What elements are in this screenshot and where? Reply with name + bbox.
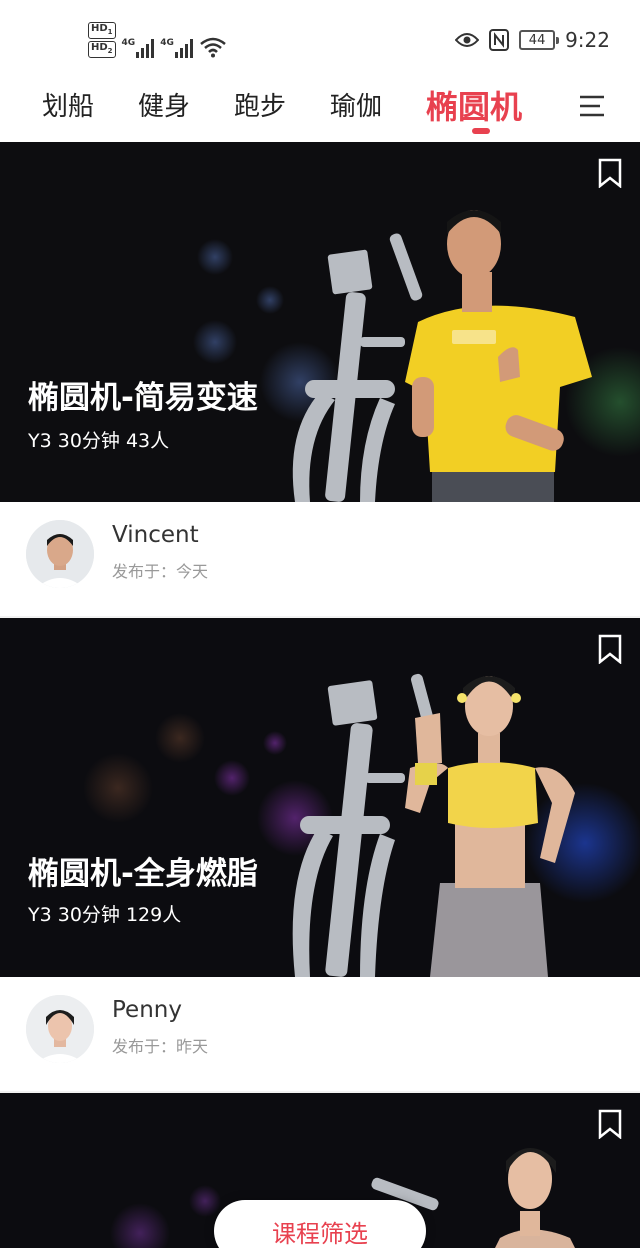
tab-fitness[interactable]: 健身 — [138, 86, 190, 123]
coach-name: Penny — [112, 997, 182, 1023]
signal-2: 4G — [160, 38, 193, 58]
active-tab-indicator — [472, 128, 490, 134]
filter-button-label: 课程筛选 — [272, 1220, 368, 1248]
status-time: 9:22 — [565, 28, 610, 52]
avatar[interactable] — [26, 995, 94, 1063]
signal-bars-icon — [174, 38, 193, 58]
publish-date: 发布于：今天 — [112, 562, 209, 581]
hd-indicators: HD1 HD2 — [88, 22, 116, 58]
course-title: 椭圆机-简易变速 — [28, 380, 258, 416]
hd1-badge: HD1 — [88, 22, 116, 39]
avatar[interactable] — [26, 520, 94, 588]
coach-name: Vincent — [112, 522, 199, 548]
coach-avatar-image — [26, 995, 94, 1063]
eye-icon — [455, 33, 480, 47]
course-filter-button[interactable]: 课程筛选 — [214, 1200, 426, 1248]
nfc-icon — [489, 29, 510, 51]
course-meta: Y3 30分钟 43人 — [28, 430, 170, 452]
status-left-group: HD1 HD2 4G 4G — [88, 22, 227, 58]
category-tabs: ▕ 划船 健身 跑步 瑜伽 椭圆机 — [0, 80, 640, 142]
bookmark-icon[interactable] — [598, 158, 622, 188]
menu-icon[interactable] — [578, 92, 606, 120]
tab-rowing[interactable]: 划船 — [42, 86, 94, 123]
coach-row-2[interactable]: Penny 发布于：昨天 — [0, 977, 640, 1093]
tab-partial[interactable]: ▕ — [0, 86, 4, 116]
course-title: 椭圆机-全身燃脂 — [28, 856, 258, 892]
signal-bars-icon — [136, 38, 155, 58]
hd2-badge: HD2 — [88, 41, 116, 58]
course-card-1[interactable]: 椭圆机-简易变速 Y3 30分钟 43人 — [0, 142, 640, 502]
status-bar: HD1 HD2 4G 4G 44 9:22 — [0, 0, 640, 80]
status-right-group: 44 9:22 — [455, 26, 610, 54]
tab-elliptical[interactable]: 椭圆机 — [426, 82, 522, 128]
signal-1: 4G — [122, 38, 155, 58]
bookmark-icon[interactable] — [598, 634, 622, 664]
course-meta: Y3 30分钟 129人 — [28, 904, 182, 926]
tab-yoga[interactable]: 瑜伽 — [330, 86, 382, 123]
tab-running[interactable]: 跑步 — [234, 86, 286, 123]
coach-avatar-image — [26, 520, 94, 588]
battery-icon: 44 — [519, 30, 560, 50]
coach-row-1[interactable]: Vincent 发布于：今天 — [0, 502, 640, 618]
bookmark-icon[interactable] — [598, 1109, 622, 1139]
wifi-icon — [200, 37, 226, 58]
publish-date: 发布于：昨天 — [112, 1037, 209, 1056]
course-card-2[interactable]: 椭圆机-全身燃脂 Y3 30分钟 129人 — [0, 618, 640, 977]
